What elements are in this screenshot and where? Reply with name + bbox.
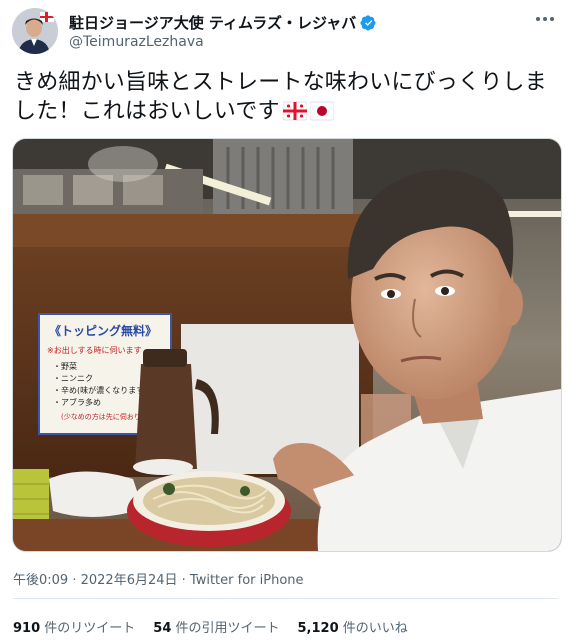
retweets-count: 910 — [13, 621, 41, 636]
avatar[interactable] — [12, 8, 58, 54]
author-name-row: 駐日ジョージア大使 ティムラズ・レジャバ — [69, 12, 376, 33]
tweet-time[interactable]: 午後0:09 — [13, 573, 68, 588]
divider — [13, 598, 558, 599]
handle[interactable]: @TeimurazLezhava — [69, 34, 204, 50]
retweets-label: 件のリツイート — [40, 621, 136, 636]
sign-item-2: ・ニンニク — [53, 374, 93, 383]
likes-stat[interactable]: 5,120 件のいいね — [298, 617, 408, 636]
tweet-text-line1: きめ細かい旨味とストレートな味わいにびっくりしま — [14, 70, 547, 95]
sign-item-3: ・辛め(味が濃くなります) — [53, 385, 147, 395]
tweet-date[interactable]: 2022年6月24日 — [81, 573, 178, 588]
sign-footnote: (少なめの方は先に伺おり... — [61, 412, 147, 421]
quotes-stat[interactable]: 54 件の引用ツイート — [153, 617, 279, 636]
display-name[interactable]: 駐日ジョージア大使 ティムラズ・レジャバ — [69, 12, 356, 33]
tweet-source[interactable]: Twitter for iPhone — [190, 573, 304, 588]
meta-separator: · — [68, 573, 81, 588]
sign-item-1: ・野菜 — [53, 361, 77, 371]
japan-flag-icon — [309, 101, 334, 121]
likes-label: 件のいいね — [338, 621, 408, 636]
sign-item-4: ・アブラ多め — [53, 397, 101, 407]
georgia-flag-icon — [282, 101, 307, 121]
meta-separator-2: · — [177, 573, 190, 588]
engagement-stats: 910 件のリツイート 54 件の引用ツイート 5,120 件のいいね — [13, 617, 408, 636]
quotes-label: 件の引用ツイート — [171, 621, 280, 636]
tweet-text: きめ細かい旨味とストレートな味わいにびっくりしま した！これはおいしいです — [14, 68, 559, 126]
sign-note: ※お出しする時に伺います — [47, 345, 142, 355]
ramen-selfie-image: 《トッピング無料》 ※お出しする時に伺います ・野菜 ・ニンニク ・辛め(味が濃… — [13, 139, 561, 551]
retweets-stat[interactable]: 910 件のリツイート — [13, 617, 135, 636]
more-options-icon[interactable] — [533, 10, 557, 28]
quotes-count: 54 — [153, 621, 172, 636]
sign-title: 《トッピング無料》 — [49, 323, 157, 338]
likes-count: 5,120 — [297, 621, 339, 636]
verified-badge-icon — [360, 14, 376, 30]
tweet-photo[interactable]: 《トッピング無料》 ※お出しする時に伺います ・野菜 ・ニンニク ・辛め(味が濃… — [12, 138, 562, 552]
tweet-text-line2: した！これはおいしいです — [14, 99, 280, 124]
tweet: 駐日ジョージア大使 ティムラズ・レジャバ @TeimurazLezhava きめ… — [0, 0, 571, 640]
tweet-meta: 午後0:09 · 2022年6月24日 · Twitter for iPhone — [13, 569, 304, 588]
avatar-image — [12, 8, 58, 54]
